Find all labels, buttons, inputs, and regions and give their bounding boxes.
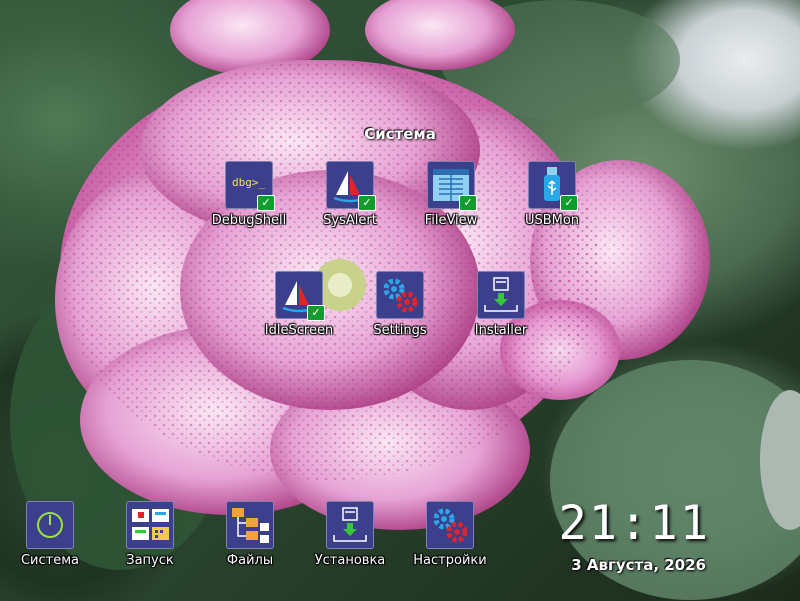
taskbar-launch[interactable]: Запуск [95, 501, 205, 568]
taskbar-install[interactable]: Установка [295, 501, 405, 568]
app-idlescreen[interactable]: ✓ IdleScreen [244, 271, 354, 338]
clock-date: 3 Августа, 2026 [571, 556, 706, 574]
app-label: DebugShell [211, 213, 287, 228]
app-fileview[interactable]: ✓ FileView [396, 161, 506, 228]
taskbar-label: Файлы [226, 553, 274, 568]
installed-check-icon: ✓ [560, 195, 578, 211]
usb-icon: ✓ [528, 161, 578, 211]
app-label: Settings [373, 323, 427, 338]
launcher-icon [126, 501, 174, 549]
file-view-icon: ✓ [427, 161, 477, 211]
taskbar-label: Система [20, 553, 80, 568]
taskbar-files[interactable]: Файлы [195, 501, 305, 568]
sailboat-icon: ✓ [326, 161, 376, 211]
installer-icon [326, 501, 374, 549]
app-label: Installer [474, 323, 528, 338]
installer-icon [477, 271, 525, 319]
taskbar-label: Запуск [126, 553, 174, 568]
app-label: FileView [424, 213, 478, 228]
app-label: USBMon [524, 213, 580, 228]
debug-shell-icon: dbg>_ ✓ [225, 161, 275, 211]
app-label: SysAlert [323, 213, 377, 228]
app-settings[interactable]: Settings [345, 271, 455, 338]
app-installer[interactable]: Installer [446, 271, 556, 338]
installed-check-icon: ✓ [257, 195, 275, 211]
taskbar-settings[interactable]: Настройки [395, 501, 505, 568]
installed-check-icon: ✓ [307, 305, 325, 321]
gears-icon [426, 501, 474, 549]
folders-icon [226, 501, 274, 549]
app-usbmon[interactable]: ✓ USBMon [497, 161, 607, 228]
taskbar-system[interactable]: Система [0, 501, 105, 568]
installed-check-icon: ✓ [358, 195, 376, 211]
installed-check-icon: ✓ [459, 195, 477, 211]
app-debugshell[interactable]: dbg>_ ✓ DebugShell [194, 161, 304, 228]
taskbar-label: Настройки [413, 553, 487, 568]
app-sysalert[interactable]: ✓ SysAlert [295, 161, 405, 228]
gears-icon [376, 271, 424, 319]
taskbar-label: Установка [314, 553, 386, 568]
app-label: IdleScreen [264, 323, 334, 338]
power-icon [26, 501, 74, 549]
group-title: Система [364, 125, 436, 143]
sailboat-icon: ✓ [275, 271, 325, 321]
clock-time: 21:11 [558, 496, 710, 551]
debug-shell-icon-text: dbg>_ [232, 176, 266, 189]
